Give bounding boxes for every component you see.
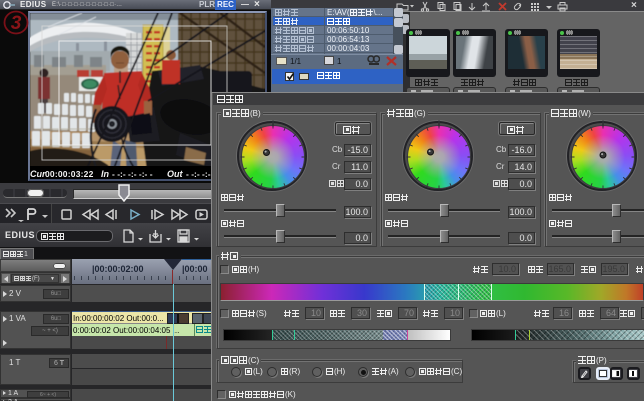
svg-text:3: 3 [11, 13, 22, 34]
